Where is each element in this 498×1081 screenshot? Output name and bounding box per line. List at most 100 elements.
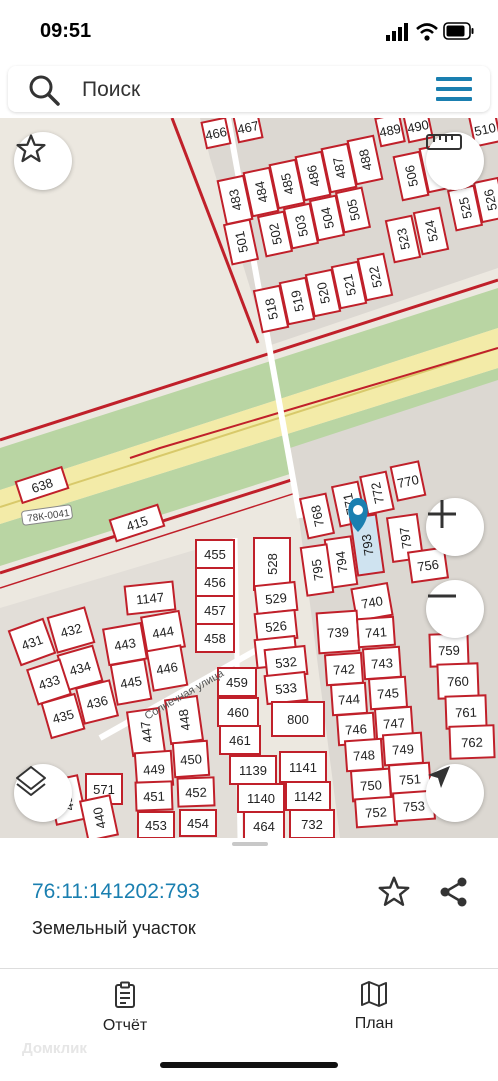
star-icon[interactable] [376, 874, 412, 910]
parcel-number: 571 [93, 782, 115, 797]
parcel-info-sheet[interactable]: 76:11:141202:793 Земельный участок [0, 838, 498, 968]
parcel-443[interactable]: 443 [102, 621, 148, 667]
parcel-533[interactable]: 533 [263, 670, 309, 706]
parcel-1141[interactable]: 1141 [279, 751, 327, 783]
search-input[interactable]: Поиск [82, 78, 140, 102]
status-icons [386, 22, 474, 41]
parcel-759[interactable]: 759 [428, 632, 470, 668]
parcel-745[interactable]: 745 [367, 675, 409, 711]
parcel-number: 454 [187, 816, 209, 831]
menu-icon[interactable] [436, 76, 472, 102]
favorite-button[interactable] [14, 132, 72, 190]
search-bar[interactable]: Поиск [8, 66, 490, 112]
parcel-466[interactable]: 466 [200, 118, 232, 150]
parcel-number: 732 [301, 817, 323, 832]
home-indicator[interactable] [160, 1062, 338, 1068]
parcel-461[interactable]: 461 [219, 725, 261, 755]
parcel-458[interactable]: 458 [195, 623, 235, 653]
parcel-467[interactable]: 467 [232, 118, 264, 144]
parcel-1142[interactable]: 1142 [285, 781, 331, 811]
parcel-743[interactable]: 743 [361, 645, 403, 681]
parcel-455[interactable]: 455 [195, 539, 235, 569]
parcel-489[interactable]: 489 [374, 118, 406, 148]
parcel-445[interactable]: 445 [109, 658, 153, 706]
my-location-button[interactable] [426, 764, 484, 822]
parcel-452[interactable]: 452 [176, 776, 216, 808]
parcel-1139[interactable]: 1139 [229, 755, 277, 785]
parcel-795[interactable]: 795 [299, 543, 335, 597]
parcel-742[interactable]: 742 [323, 651, 365, 687]
battery-icon [443, 22, 474, 40]
map-canvas[interactable]: 4664674894905104834844854864874885065075… [0, 118, 498, 838]
parcel-number: 795 [309, 558, 327, 582]
parcel-number: 800 [287, 712, 309, 727]
parcel-1147[interactable]: 1147 [123, 580, 177, 616]
parcel-457[interactable]: 457 [195, 595, 235, 625]
parcel-744[interactable]: 744 [329, 681, 369, 717]
navigation-arrow-icon [428, 766, 450, 788]
parcel-454[interactable]: 454 [179, 809, 217, 837]
parcel-741[interactable]: 741 [355, 615, 397, 649]
parcel-464[interactable]: 464 [243, 811, 285, 838]
parcel-number: 532 [274, 654, 297, 671]
parcel-749[interactable]: 749 [381, 731, 425, 767]
parcel-453[interactable]: 453 [137, 811, 175, 838]
parcel-760[interactable]: 760 [436, 662, 480, 700]
parcel-number: 793 [359, 533, 377, 557]
parcel-446[interactable]: 446 [145, 644, 189, 692]
parcel-number: 464 [253, 819, 275, 834]
parcel-number: 529 [264, 590, 287, 607]
cadastral-map[interactable]: 4664674894905104834844854864874885065075… [0, 118, 498, 838]
parcel-number: 794 [333, 550, 351, 574]
status-time: 09:51 [40, 20, 92, 42]
tab-report[interactable]: Отчёт [65, 981, 185, 1035]
parcel-number: 457 [204, 603, 226, 618]
parcel-752[interactable]: 752 [354, 795, 398, 829]
zoom-out-button[interactable] [426, 580, 484, 638]
cellular-signal-icon [386, 23, 408, 41]
parcel-number: 749 [392, 741, 415, 757]
ruler-button[interactable] [426, 132, 484, 190]
parcel-770[interactable]: 770 [389, 460, 427, 502]
layers-icon [16, 766, 46, 796]
parcel-number: 458 [204, 631, 226, 646]
parcel-number: 752 [365, 804, 388, 820]
cadastral-number[interactable]: 76:11:141202:793 [32, 880, 200, 904]
parcel-739[interactable]: 739 [315, 609, 361, 655]
clipboard-icon [115, 981, 135, 1008]
parcel-number: 761 [455, 705, 477, 721]
parcel-number: 452 [185, 785, 207, 801]
parcel-456[interactable]: 456 [195, 567, 235, 597]
parcel-number: 751 [399, 771, 422, 787]
parcel-450[interactable]: 450 [171, 739, 211, 779]
parcel-1140[interactable]: 1140 [237, 783, 285, 813]
plus-icon [428, 500, 456, 528]
parcel-number: 797 [397, 526, 415, 550]
parcel-761[interactable]: 761 [444, 694, 488, 730]
parcel-459[interactable]: 459 [217, 667, 257, 697]
star-icon [16, 134, 46, 163]
parcel-529[interactable]: 529 [253, 580, 299, 616]
tab-report-label: Отчёт [102, 1017, 148, 1034]
parcel-number: 528 [265, 553, 280, 575]
layers-button[interactable] [14, 764, 72, 822]
parcel-451[interactable]: 451 [134, 780, 174, 812]
parcel-number: 448 [176, 708, 194, 732]
status-bar: 09:51 [0, 0, 498, 60]
parcel-number: 453 [145, 818, 167, 833]
parcel-732[interactable]: 732 [289, 809, 335, 838]
parcel-number: 747 [383, 715, 406, 731]
zoom-in-button[interactable] [426, 498, 484, 556]
parcel-460[interactable]: 460 [217, 697, 259, 727]
sheet-handle[interactable] [232, 842, 268, 846]
search-icon [29, 75, 60, 106]
parcel-number: 1139 [239, 763, 267, 778]
parcel-number: 533 [274, 680, 297, 697]
share-icon[interactable] [438, 876, 470, 908]
parcel-number: 745 [377, 685, 400, 701]
parcel-436[interactable]: 436 [74, 679, 120, 725]
parcel-762[interactable]: 762 [448, 724, 496, 760]
tab-plan[interactable]: План [314, 981, 434, 1033]
parcel-748[interactable]: 748 [343, 737, 385, 773]
parcel-800[interactable]: 800 [271, 701, 325, 737]
